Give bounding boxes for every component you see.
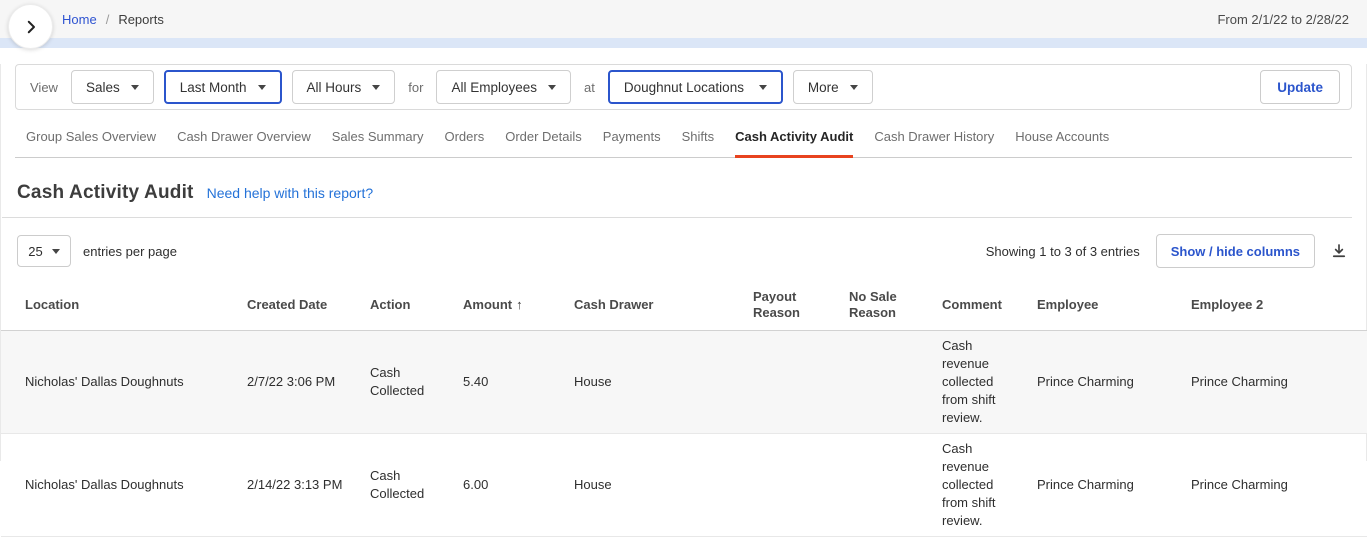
column-header-amount[interactable]: Amount↑ (455, 280, 566, 330)
cell-employee-2: Prince Charming (1183, 330, 1367, 433)
tab-cash-drawer-history[interactable]: Cash Drawer History (874, 120, 994, 158)
caret-down-icon (548, 85, 556, 90)
breadcrumb-home-link[interactable]: Home (62, 12, 97, 27)
filter-bar: View Sales Last Month All Hours for All … (15, 64, 1352, 110)
column-header-created-date[interactable]: Created Date (239, 280, 362, 330)
caret-down-icon (759, 85, 767, 90)
tab-house-accounts[interactable]: House Accounts (1015, 120, 1109, 158)
column-header-employee-2[interactable]: Employee 2 (1183, 280, 1367, 330)
showing-entries-text: Showing 1 to 3 of 3 entries (986, 244, 1140, 259)
cell-location: Nicholas' Dallas Doughnuts (1, 433, 239, 536)
at-label: at (581, 80, 598, 95)
cell-cash-drawer: House (566, 330, 745, 433)
date-period-dropdown-value: Last Month (180, 80, 247, 95)
cell-cash-drawer: House (566, 433, 745, 536)
cell-amount: 6.00 (455, 433, 566, 536)
cell-location: Nicholas' Dallas Doughnuts (1, 330, 239, 433)
employees-dropdown[interactable]: All Employees (436, 70, 571, 104)
cell-action: Cash Collected (362, 433, 455, 536)
column-header-action[interactable]: Action (362, 280, 455, 330)
column-header-employee[interactable]: Employee (1029, 280, 1183, 330)
tab-orders[interactable]: Orders (444, 120, 484, 158)
report-date-range: From 2/1/22 to 2/28/22 (1217, 12, 1349, 27)
entries-per-page-label: entries per page (83, 244, 177, 259)
view-type-dropdown[interactable]: Sales (71, 70, 154, 104)
breadcrumb-current: Reports (118, 12, 164, 27)
sort-ascending-icon: ↑ (516, 297, 523, 312)
download-button[interactable] (1328, 240, 1350, 262)
caret-down-icon (372, 85, 380, 90)
breadcrumb: Home / Reports (62, 12, 164, 27)
cell-action: Cash Collected (362, 330, 455, 433)
cell-comment: Cash revenue collected from shift review… (934, 330, 1029, 433)
info-strip (0, 38, 1367, 48)
table-row: Nicholas' Dallas Doughnuts 2/7/22 3:06 P… (1, 330, 1367, 433)
cell-comment: Cash revenue collected from shift review… (934, 433, 1029, 536)
cell-employee-2: Prince Charming (1183, 433, 1367, 536)
cell-created-date: 2/14/22 3:13 PM (239, 433, 362, 536)
report-help-link[interactable]: Need help with this report? (207, 185, 374, 201)
for-label: for (405, 80, 426, 95)
cell-created-date: 2/7/22 3:06 PM (239, 330, 362, 433)
table-row: Nicholas' Dallas Doughnuts 2/14/22 3:13 … (1, 433, 1367, 536)
caret-down-icon (850, 85, 858, 90)
tab-sales-summary[interactable]: Sales Summary (332, 120, 424, 158)
report-heading-row: Cash Activity Audit Need help with this … (1, 158, 1366, 217)
tab-payments[interactable]: Payments (603, 120, 661, 158)
date-period-dropdown[interactable]: Last Month (164, 70, 282, 104)
update-button[interactable]: Update (1260, 70, 1340, 104)
chevron-right-icon (22, 18, 40, 36)
breadcrumb-separator: / (106, 12, 110, 27)
table-toolbar: 25 entries per page Showing 1 to 3 of 3 … (1, 218, 1366, 280)
show-hide-columns-button[interactable]: Show / hide columns (1156, 234, 1315, 268)
tab-order-details[interactable]: Order Details (505, 120, 582, 158)
more-filters-dropdown-value: More (808, 80, 839, 95)
caret-down-icon (52, 249, 60, 254)
download-icon (1330, 242, 1348, 260)
report-tabs: Group Sales Overview Cash Drawer Overvie… (15, 120, 1352, 158)
locations-dropdown[interactable]: Doughnut Locations (608, 70, 783, 104)
view-label: View (27, 80, 61, 95)
tab-cash-activity-audit[interactable]: Cash Activity Audit (735, 120, 853, 158)
hours-dropdown[interactable]: All Hours (292, 70, 396, 104)
page-title: Cash Activity Audit (17, 182, 194, 204)
page-size-dropdown[interactable]: 25 (17, 235, 71, 267)
cell-payout-reason (745, 330, 841, 433)
tab-group-sales-overview[interactable]: Group Sales Overview (26, 120, 156, 158)
page-size-value: 25 (28, 244, 42, 259)
column-header-payout-reason[interactable]: Payout Reason (745, 280, 841, 330)
caret-down-icon (258, 85, 266, 90)
tab-cash-drawer-overview[interactable]: Cash Drawer Overview (177, 120, 311, 158)
cell-no-sale-reason (841, 330, 934, 433)
hours-dropdown-value: All Hours (307, 80, 362, 95)
cash-activity-table: Location Created Date Action Amount↑ Cas… (1, 280, 1367, 537)
column-header-cash-drawer[interactable]: Cash Drawer (566, 280, 745, 330)
column-header-no-sale-reason[interactable]: No Sale Reason (841, 280, 934, 330)
column-header-comment[interactable]: Comment (934, 280, 1029, 330)
caret-down-icon (131, 85, 139, 90)
more-filters-dropdown[interactable]: More (793, 70, 873, 104)
employees-dropdown-value: All Employees (451, 80, 537, 95)
sidebar-expand-button[interactable] (8, 4, 53, 49)
main-content: View Sales Last Month All Hours for All … (0, 64, 1367, 461)
locations-dropdown-value: Doughnut Locations (624, 80, 744, 95)
cell-no-sale-reason (841, 433, 934, 536)
cell-payout-reason (745, 433, 841, 536)
table-header-row: Location Created Date Action Amount↑ Cas… (1, 280, 1367, 330)
cell-amount: 5.40 (455, 330, 566, 433)
cell-employee: Prince Charming (1029, 433, 1183, 536)
view-type-dropdown-value: Sales (86, 80, 120, 95)
cell-employee: Prince Charming (1029, 330, 1183, 433)
column-header-location[interactable]: Location (1, 280, 239, 330)
app-header: Home / Reports From 2/1/22 to 2/28/22 (0, 0, 1367, 38)
tab-shifts[interactable]: Shifts (682, 120, 715, 158)
